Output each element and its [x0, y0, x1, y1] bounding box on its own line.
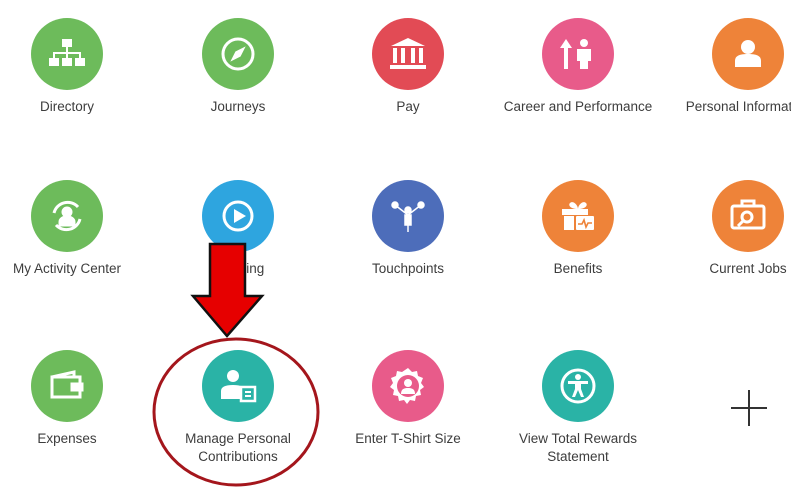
tile-my-activity-center[interactable]: My Activity Center — [0, 180, 142, 278]
tile-label: Learning — [211, 261, 265, 276]
org-chart-icon — [31, 18, 103, 90]
tile-directory[interactable]: Directory — [0, 18, 142, 116]
tile-label: Career and Performance — [503, 99, 653, 114]
person-document-icon — [202, 350, 274, 422]
wallet-icon — [31, 350, 103, 422]
gift-icon — [542, 180, 614, 252]
badge-person-icon — [372, 350, 444, 422]
tile-label: View Total Rewards Statement — [518, 431, 638, 464]
tile-label: Manage Personal Contributions — [185, 431, 291, 464]
tile-manage-personal-contributions[interactable]: Manage Personal Contributions — [163, 350, 313, 466]
tile-learning[interactable]: Learning — [163, 180, 313, 278]
tile-journeys[interactable]: Journeys — [163, 18, 313, 116]
tile-label: Pay — [396, 99, 420, 114]
plus-icon — [731, 390, 767, 426]
tile-label: Current Jobs — [709, 261, 787, 276]
tile-view-total-rewards-statement[interactable]: View Total Rewards Statement — [503, 350, 653, 466]
play-icon — [202, 180, 274, 252]
tile-label: Journeys — [210, 99, 266, 114]
tile-current-jobs[interactable]: Current Jobs — [673, 180, 791, 278]
tile-personal-information[interactable]: Personal Information — [673, 18, 791, 116]
tile-career-and-performance[interactable]: Career and Performance — [503, 18, 653, 116]
tile-label: Benefits — [553, 261, 603, 276]
tile-label: Directory — [39, 99, 94, 114]
tile-expenses[interactable]: Expenses — [0, 350, 142, 448]
accessibility-icon — [542, 350, 614, 422]
compass-icon — [202, 18, 274, 90]
activity-person-icon — [31, 180, 103, 252]
briefcase-search-icon — [712, 180, 784, 252]
tile-benefits[interactable]: Benefits — [503, 180, 653, 278]
tile-pay[interactable]: Pay — [333, 18, 483, 116]
tile-label: Touchpoints — [371, 261, 445, 276]
bank-icon — [372, 18, 444, 90]
career-growth-icon — [542, 18, 614, 90]
network-icon — [372, 180, 444, 252]
person-card-icon — [712, 18, 784, 90]
tile-touchpoints[interactable]: Touchpoints — [333, 180, 483, 278]
tile-label: Enter T-Shirt Size — [355, 431, 461, 446]
tile-label: Expenses — [37, 431, 97, 446]
tile-label: Personal Information — [685, 99, 791, 114]
tile-enter-t-shirt-size[interactable]: Enter T-Shirt Size — [333, 350, 483, 448]
tile-label: My Activity Center — [12, 261, 122, 276]
add-tile-button[interactable] — [729, 388, 769, 428]
